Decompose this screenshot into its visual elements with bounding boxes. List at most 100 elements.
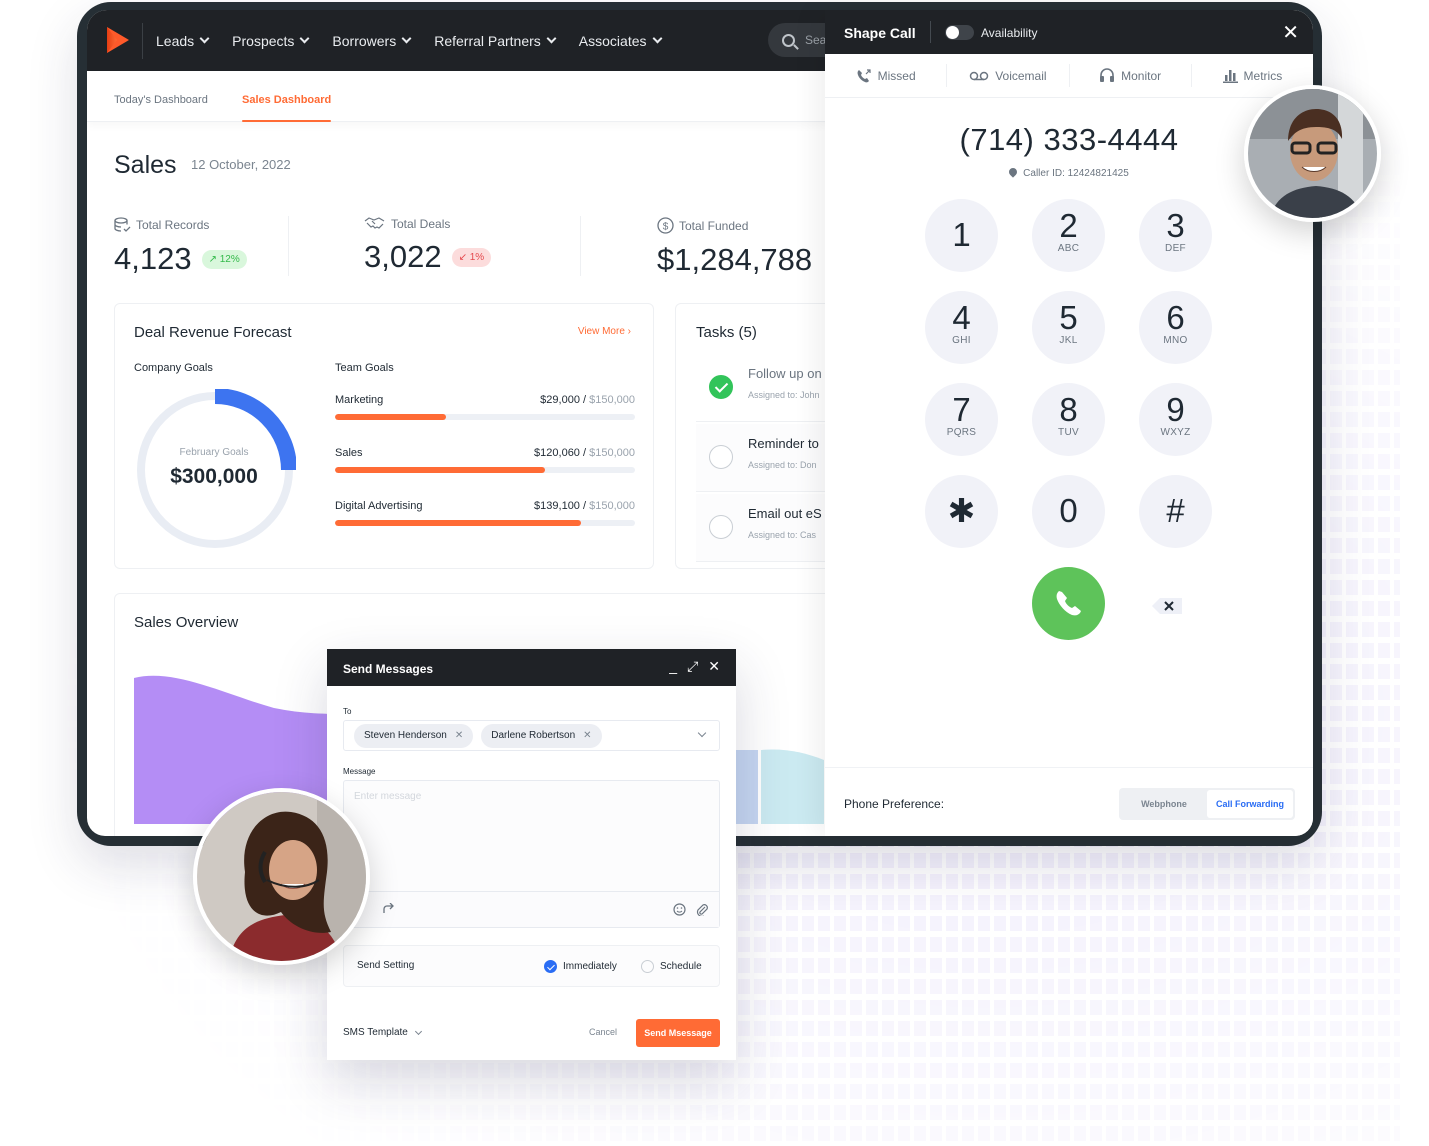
message-textarea[interactable]: Enter message bbox=[343, 780, 720, 928]
dialed-number: (714) 333-4444 bbox=[959, 122, 1179, 157]
dial-key[interactable]: # bbox=[1139, 475, 1212, 548]
nav-item-prospects[interactable]: Prospects bbox=[232, 33, 310, 49]
change-value: 12% bbox=[219, 253, 240, 265]
dial-key[interactable]: 8 TUV bbox=[1032, 383, 1105, 456]
close-icon[interactable]: ✕ bbox=[1282, 20, 1299, 45]
tab-monitor[interactable]: Monitor bbox=[1070, 64, 1192, 87]
attachment-icon[interactable] bbox=[696, 903, 708, 916]
recipients-field[interactable]: Steven Henderson ✕ Darlene Robertson ✕ bbox=[343, 720, 720, 751]
remove-recipient-icon[interactable]: ✕ bbox=[583, 730, 591, 741]
tab-label: Monitor bbox=[1121, 68, 1162, 83]
nav-item-associates[interactable]: Associates bbox=[578, 32, 662, 49]
nav-item-referral-partners[interactable]: Referral Partners bbox=[434, 33, 557, 49]
dial-key-letters: DEF bbox=[1165, 243, 1186, 254]
task-checkbox-checked[interactable] bbox=[709, 375, 733, 399]
caller-id: Caller ID: 12424821425 bbox=[825, 166, 1313, 179]
send-messages-modal: Send Messages _ ⤢ ✕ To Steven Henderson ✕… bbox=[327, 649, 736, 1060]
send-setting-label: Send Setting bbox=[357, 960, 415, 971]
nav-item-borrowers[interactable]: Borrowers bbox=[332, 32, 412, 49]
dial-key[interactable]: 4 GHI bbox=[925, 291, 998, 364]
pref-option-call-forwarding[interactable]: Call Forwarding bbox=[1207, 790, 1293, 818]
dial-key[interactable]: 2 ABC bbox=[1032, 199, 1105, 272]
phone-preference-toggle: Webphone Call Forwarding bbox=[1119, 788, 1295, 820]
modal-header: Send Messages _ ⤢ ✕ bbox=[327, 649, 736, 686]
change-value: 1% bbox=[469, 251, 485, 263]
close-icon[interactable]: ✕ bbox=[708, 658, 720, 675]
stat-value: $1,284,788 bbox=[657, 242, 813, 277]
dial-key-digit: 7 bbox=[952, 391, 971, 428]
goal-progress-track bbox=[335, 520, 635, 526]
stat-total-funded: $ Total Funded $1,284,788 bbox=[657, 217, 812, 278]
dial-key-letters: GHI bbox=[952, 335, 971, 346]
nav-divider bbox=[142, 23, 143, 59]
card-title: Deal Revenue Forecast bbox=[134, 324, 292, 341]
tab-metrics[interactable]: Metrics bbox=[1192, 64, 1313, 87]
send-message-button[interactable]: Send Msessage bbox=[636, 1019, 720, 1047]
remove-recipient-icon[interactable]: ✕ bbox=[455, 730, 463, 741]
redo-icon[interactable] bbox=[382, 903, 394, 915]
dial-key[interactable]: 0 bbox=[1032, 475, 1105, 548]
backspace-button[interactable] bbox=[1151, 596, 1182, 614]
chart-area-cyan bbox=[761, 749, 824, 824]
shape-call-panel: Shape Call Availability ✕ Missed Voicema… bbox=[825, 10, 1313, 836]
dial-key[interactable]: 1 bbox=[925, 199, 998, 272]
dollar-circle-icon: $ bbox=[657, 217, 674, 234]
dial-key[interactable]: ✱ bbox=[925, 475, 998, 548]
task-checkbox[interactable] bbox=[709, 445, 733, 469]
dial-key[interactable]: 6 MNO bbox=[1139, 291, 1212, 364]
pref-option-webphone[interactable]: Webphone bbox=[1121, 790, 1207, 818]
chart-bar-blue bbox=[736, 750, 758, 824]
donut-progress-arc bbox=[214, 388, 297, 471]
stat-label: Total Deals bbox=[391, 217, 451, 231]
dial-key-digit: 1 bbox=[952, 216, 971, 253]
message-toolbar bbox=[344, 891, 719, 927]
stat-divider bbox=[288, 216, 289, 276]
task-checkbox[interactable] bbox=[709, 515, 733, 539]
radio-schedule[interactable]: Schedule bbox=[641, 960, 702, 973]
backspace-icon bbox=[1152, 598, 1182, 614]
nav-item-leads[interactable]: Leads bbox=[156, 32, 210, 49]
dial-key-digit: 5 bbox=[1059, 299, 1078, 336]
dial-key[interactable]: 3 DEF bbox=[1139, 199, 1212, 272]
task-title: Reminder to bbox=[748, 436, 819, 451]
nav-label: Borrowers bbox=[332, 32, 397, 49]
modal-title: Send Messages bbox=[343, 662, 434, 676]
cancel-button[interactable]: Cancel bbox=[589, 1027, 617, 1037]
recipient-chip: Steven Henderson ✕ bbox=[354, 723, 474, 748]
nav-label: Leads bbox=[156, 32, 195, 49]
to-label: To bbox=[343, 707, 352, 716]
chevron-down-icon bbox=[546, 33, 557, 44]
task-title: Email out eS bbox=[748, 506, 822, 521]
goal-name: Sales bbox=[335, 447, 363, 459]
sms-template-dropdown[interactable]: SMS Template bbox=[343, 1027, 422, 1038]
availability-toggle[interactable] bbox=[945, 25, 974, 40]
dial-key[interactable]: 7 PQRS bbox=[925, 383, 998, 456]
dial-key-digit: # bbox=[1166, 492, 1185, 529]
modal-controls: _ ⤢ ✕ bbox=[669, 658, 720, 675]
radio-immediately[interactable]: Immediately bbox=[544, 960, 617, 973]
headset-icon bbox=[1100, 68, 1115, 82]
tab-voicemail[interactable]: Voicemail bbox=[947, 64, 1070, 87]
dial-key[interactable]: 9 WXYZ bbox=[1139, 383, 1212, 456]
tab-sales-dashboard[interactable]: Sales Dashboard bbox=[242, 94, 332, 122]
team-goal-sales: Sales $120,060 / $150,000 bbox=[335, 447, 635, 473]
expand-icon[interactable]: ⤢ bbox=[687, 658, 698, 675]
nav-label: Associates bbox=[578, 32, 647, 49]
tab-missed[interactable]: Missed bbox=[825, 64, 948, 87]
dial-key-letters: PQRS bbox=[946, 427, 977, 438]
view-more-link[interactable]: View More › bbox=[578, 326, 631, 337]
minimize-icon[interactable]: _ bbox=[669, 658, 677, 675]
dial-key-digit: ✱ bbox=[947, 492, 976, 529]
chevron-down-icon[interactable] bbox=[697, 728, 707, 738]
recipient-name: Steven Henderson bbox=[364, 730, 447, 741]
emoji-icon[interactable] bbox=[673, 903, 686, 916]
stat-total-records: Total Records 4,123 ↗ 12% bbox=[114, 217, 247, 277]
stat-label: Total Records bbox=[136, 218, 210, 232]
radio-unchecked-icon bbox=[641, 960, 654, 973]
tab-todays-dashboard[interactable]: Today's Dashboard bbox=[114, 94, 208, 106]
dial-key-digit: 6 bbox=[1166, 299, 1185, 336]
call-button[interactable] bbox=[1032, 567, 1105, 640]
goal-current: $120,060 bbox=[534, 447, 580, 459]
tab-label: Missed bbox=[877, 68, 916, 83]
dial-key[interactable]: 5 JKL bbox=[1032, 291, 1105, 364]
